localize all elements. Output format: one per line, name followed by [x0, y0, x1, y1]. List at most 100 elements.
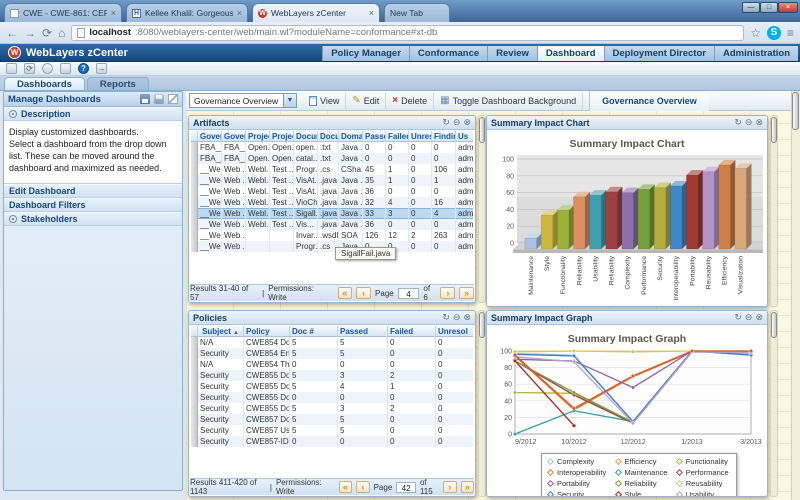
- table-row[interactable]: FBA__FBA__Open...Open...catal....txtJava…: [191, 153, 473, 164]
- help-icon[interactable]: ?: [78, 63, 89, 74]
- table-row[interactable]: __We...Web ... Invar....wsdlSOA126122263a…: [191, 230, 473, 241]
- forward-icon[interactable]: →: [24, 27, 36, 39]
- column-header[interactable]: Findin: [432, 131, 456, 142]
- tab-dashboards[interactable]: Dashboards: [4, 77, 85, 90]
- page-number-input[interactable]: 42: [396, 481, 416, 493]
- save-icon[interactable]: [140, 94, 150, 104]
- attachment-icon[interactable]: [6, 63, 17, 74]
- first-page-button[interactable]: «: [338, 481, 353, 493]
- last-page-button[interactable]: »: [460, 481, 474, 493]
- clock-icon[interactable]: [42, 63, 53, 74]
- table-row[interactable]: SecurityCWE857 Do No...5500: [191, 414, 473, 425]
- chart-panel-header[interactable]: Summary Impact Chart ↻ ⊖ ⊗: [487, 116, 767, 130]
- scrollbar-thumb[interactable]: [771, 312, 777, 338]
- chevron-down-icon[interactable]: ▼: [283, 94, 296, 107]
- panel-settings-icon[interactable]: ↻: [442, 313, 450, 322]
- email-icon[interactable]: [168, 94, 178, 104]
- tab-close-icon[interactable]: ×: [111, 8, 116, 18]
- logout-icon[interactable]: →: [96, 63, 107, 74]
- column-header[interactable]: Failed: [386, 131, 409, 142]
- back-icon[interactable]: ←: [6, 27, 18, 39]
- panel-settings-icon[interactable]: ↻: [442, 118, 450, 127]
- table-row[interactable]: SecurityCWE855 Do no...5320: [191, 403, 473, 414]
- table-row[interactable]: __We...Web ...Webl...Test ...VioCh....ja…: [191, 197, 473, 208]
- column-header[interactable]: Passed: [338, 326, 388, 337]
- panel-close-icon[interactable]: ⊗: [463, 118, 471, 127]
- artifacts-panel-header[interactable]: Artifacts ↻ ⊖ ⊗: [189, 116, 475, 130]
- table-row[interactable]: N/ACWE854 Do No...5500: [191, 337, 473, 348]
- table-row[interactable]: __We...Web ...Webl...Test ...VisAt....ja…: [191, 175, 473, 186]
- section-description[interactable]: Description: [4, 107, 182, 121]
- panel-collapse-icon[interactable]: ⊖: [453, 118, 461, 127]
- tab-reports[interactable]: Reports: [86, 77, 149, 90]
- window-scrollbar[interactable]: [791, 91, 800, 500]
- panel-collapse-icon[interactable]: ⊖: [453, 313, 461, 322]
- close-button[interactable]: ×: [778, 2, 798, 13]
- table-row[interactable]: FBA__FBA__Open...Open...open....txtJava …: [191, 142, 473, 153]
- table-row[interactable]: SecurityCWE857-ID50...0000: [191, 436, 473, 447]
- column-header[interactable]: Projec: [270, 131, 294, 142]
- column-header[interactable]: Policy: [244, 326, 290, 337]
- scrollbar-thumb[interactable]: [792, 92, 799, 130]
- section-dashboard-filters[interactable]: Dashboard Filters: [4, 197, 182, 212]
- column-header[interactable]: Us: [456, 131, 473, 142]
- column-header[interactable]: Docum: [294, 131, 318, 142]
- next-page-button[interactable]: ›: [440, 287, 456, 299]
- print-icon[interactable]: [154, 94, 164, 104]
- guides-icon[interactable]: [60, 63, 71, 74]
- table-row[interactable]: __We...Web ...Webl...Test ...Progr....cs…: [191, 164, 473, 175]
- scrollbar-thumb[interactable]: [479, 117, 485, 143]
- nav-item-administration[interactable]: Administration: [713, 46, 798, 61]
- column-header[interactable]: Domai: [339, 131, 363, 142]
- column-header[interactable]: Projec: [246, 131, 270, 142]
- browser-tab[interactable]: H Kellee Khalil: Gorgeous H ×: [126, 3, 248, 22]
- section-stakeholders[interactable]: Stakeholders: [4, 211, 182, 226]
- browser-tab[interactable]: New Tab: [384, 3, 450, 22]
- column-header[interactable]: Goven: [198, 131, 222, 142]
- browser-menu-icon[interactable]: ≡: [787, 27, 794, 39]
- section-edit-dashboard[interactable]: Edit Dashboard: [4, 183, 182, 198]
- panel-collapse-icon[interactable]: ⊖: [745, 313, 753, 322]
- prev-page-button[interactable]: ‹: [356, 481, 370, 493]
- url-input[interactable]: localhost :8080/weblayers-center/web/mai…: [71, 24, 745, 41]
- scrollbar-vertical[interactable]: [478, 115, 486, 303]
- table-row[interactable]: __We...Web ...Webl...Test ...Sigall....j…: [191, 208, 473, 219]
- column-header[interactable]: Failed: [388, 326, 436, 337]
- column-header[interactable]: Doc #: [290, 326, 338, 337]
- bookmark-star-icon[interactable]: ☆: [750, 27, 761, 39]
- column-header[interactable]: Unresol: [436, 326, 473, 337]
- tab-close-icon[interactable]: ×: [369, 8, 374, 18]
- tab-close-icon[interactable]: ×: [237, 8, 242, 18]
- table-row[interactable]: SecurityCWE855 Do no...5410: [191, 381, 473, 392]
- refresh-icon[interactable]: ⟳: [42, 27, 52, 39]
- panel-settings-icon[interactable]: ↻: [734, 313, 742, 322]
- graph-panel-header[interactable]: Summary Impact Graph ↻ ⊖ ⊗: [487, 311, 767, 325]
- scrollbar-thumb[interactable]: [479, 312, 485, 338]
- panel-close-icon[interactable]: ⊗: [755, 118, 763, 127]
- table-row[interactable]: N/ACWE854 The a...0000: [191, 359, 473, 370]
- refresh-status-icon[interactable]: ⟳: [24, 63, 35, 74]
- table-row[interactable]: SecurityCWE855 Do no...0000: [191, 392, 473, 403]
- table-row[interactable]: __We...Web ...Progr....csJava ...0000adm…: [191, 241, 473, 252]
- prev-page-button[interactable]: ‹: [356, 287, 372, 299]
- table-row[interactable]: __We...Web ...Webl...Test ...VisAt....ja…: [191, 186, 473, 197]
- scrollbar-thumb[interactable]: [771, 117, 777, 143]
- scrollbar-vertical[interactable]: [770, 310, 778, 497]
- nav-item-dashboard[interactable]: Dashboard: [536, 46, 604, 61]
- nav-item-review[interactable]: Review: [487, 46, 537, 61]
- column-header[interactable]: Passe: [363, 131, 386, 142]
- minimize-button[interactable]: —: [742, 2, 760, 13]
- next-page-button[interactable]: ›: [443, 481, 457, 493]
- column-header[interactable]: Goven: [222, 131, 246, 142]
- last-page-button[interactable]: »: [459, 287, 475, 299]
- table-row[interactable]: SecurityCWE855 Do No...5320: [191, 370, 473, 381]
- edit-button[interactable]: ✎ Edit: [346, 92, 387, 109]
- column-header[interactable]: Unres: [409, 131, 432, 142]
- column-header[interactable]: Docum: [318, 131, 339, 142]
- delete-button[interactable]: × Delete: [386, 92, 435, 109]
- browser-tab[interactable]: CWE - CWE-861: CERT Jav ×: [4, 3, 122, 22]
- skype-extension-icon[interactable]: S: [766, 25, 781, 40]
- restore-button[interactable]: □: [760, 2, 778, 13]
- scrollbar-vertical[interactable]: [478, 310, 486, 497]
- panel-close-icon[interactable]: ⊗: [755, 313, 763, 322]
